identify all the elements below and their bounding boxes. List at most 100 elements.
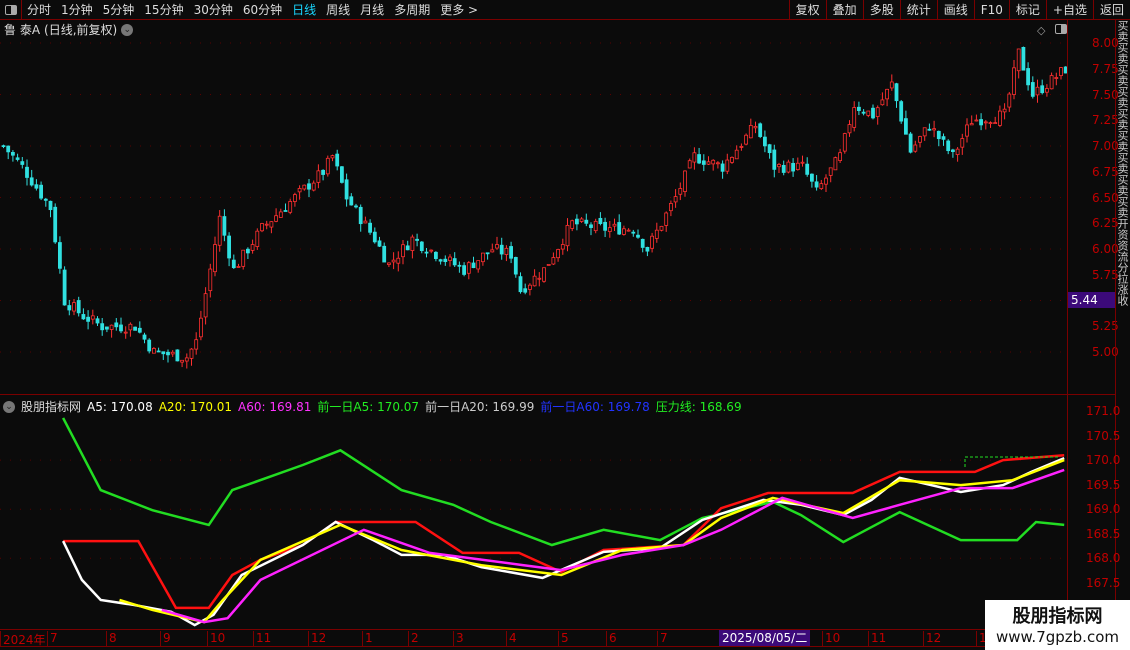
candle: [669, 203, 673, 212]
candle: [1030, 82, 1035, 97]
candle: [607, 227, 612, 232]
watermark-url: www.7gpzb.com: [996, 628, 1119, 646]
candle: [565, 225, 570, 247]
candle: [476, 260, 481, 270]
candle: [1054, 77, 1059, 79]
candle: [76, 300, 81, 314]
candle: [659, 225, 664, 231]
candle: [151, 348, 156, 354]
candle: [1026, 68, 1030, 86]
candle: [20, 161, 25, 165]
candle: [960, 138, 965, 148]
candle: [170, 351, 175, 355]
candle: [767, 144, 772, 154]
candle: [885, 88, 889, 100]
candle: [720, 163, 725, 172]
candle: [814, 181, 819, 188]
candle: [575, 218, 579, 225]
candle: [448, 256, 452, 261]
watermark: 股朋指标网 www.7gpzb.com: [985, 600, 1130, 650]
candle: [405, 245, 410, 251]
candle: [683, 170, 687, 192]
candle: [857, 106, 861, 111]
candle: [39, 184, 43, 199]
indicator-tick: 167.5: [1086, 575, 1121, 590]
candle: [81, 314, 86, 320]
chart-canvas[interactable]: [0, 0, 1067, 629]
date-tick: 2: [408, 631, 419, 647]
candle: [861, 111, 866, 114]
candle: [241, 249, 246, 267]
candle: [58, 242, 62, 269]
candle: [401, 244, 405, 258]
chevron-down-icon[interactable]: ⌄: [3, 400, 15, 413]
candle: [480, 252, 485, 263]
toolbar-button[interactable]: 返回: [1092, 0, 1130, 20]
indicator-value: A20: 170.01: [158, 399, 233, 414]
candle: [1049, 75, 1054, 90]
candle: [786, 161, 791, 173]
candle: [763, 136, 767, 147]
date-tick: 4: [506, 631, 517, 647]
candle: [617, 222, 622, 235]
date-tick: 7: [47, 631, 58, 647]
candle: [325, 157, 330, 175]
candle: [932, 128, 936, 131]
candle: [513, 257, 518, 275]
candle: [1059, 67, 1063, 77]
candle: [198, 317, 203, 338]
pane-divider[interactable]: [0, 394, 1115, 395]
candle: [10, 152, 15, 156]
candle: [236, 266, 241, 268]
candle: [382, 245, 387, 263]
candle: [95, 318, 100, 324]
watermark-title: 股朋指标网: [1012, 606, 1103, 627]
candle: [791, 162, 795, 172]
indicator-tick: 168.5: [1086, 526, 1121, 541]
candle: [443, 258, 448, 263]
candle: [424, 251, 429, 254]
candle: [344, 179, 349, 200]
indicator-name: 股朋指标网: [21, 400, 82, 414]
candle: [725, 159, 730, 172]
date-tick: 12: [308, 631, 326, 647]
candle: [490, 249, 495, 253]
candle: [137, 327, 142, 333]
candle: [53, 206, 58, 243]
candle: [217, 215, 222, 246]
candle: [570, 220, 575, 229]
candle: [396, 257, 401, 264]
candle: [706, 161, 711, 165]
indicator-header: ⌄ 股朋指标网 A5: 170.08 A20: 170.01 A60: 169.81…: [3, 398, 742, 415]
candle: [560, 244, 565, 250]
candle: [965, 124, 969, 137]
candle: [833, 157, 838, 171]
candle: [889, 81, 894, 89]
candle: [245, 248, 250, 254]
candle: [368, 222, 373, 233]
candle: [716, 162, 720, 165]
candle: [316, 170, 321, 183]
candle: [640, 238, 645, 248]
candle: [100, 323, 105, 331]
candle: [579, 218, 584, 222]
candle: [918, 136, 922, 143]
candle: [537, 277, 542, 280]
candle: [951, 149, 955, 152]
candle: [180, 359, 185, 363]
candle: [711, 159, 716, 165]
candle: [278, 211, 283, 218]
candle: [546, 264, 551, 266]
indicator-value: A60: 169.81: [238, 399, 312, 414]
candle: [6, 145, 11, 153]
candle: [269, 221, 274, 228]
candle: [974, 119, 979, 122]
candle: [777, 164, 781, 168]
candle: [105, 326, 109, 330]
candle: [998, 110, 1002, 126]
indicator-tick: 170.0: [1086, 453, 1121, 468]
candle: [264, 223, 269, 226]
candle: [67, 305, 72, 311]
candle: [372, 231, 377, 243]
candle: [222, 216, 227, 236]
